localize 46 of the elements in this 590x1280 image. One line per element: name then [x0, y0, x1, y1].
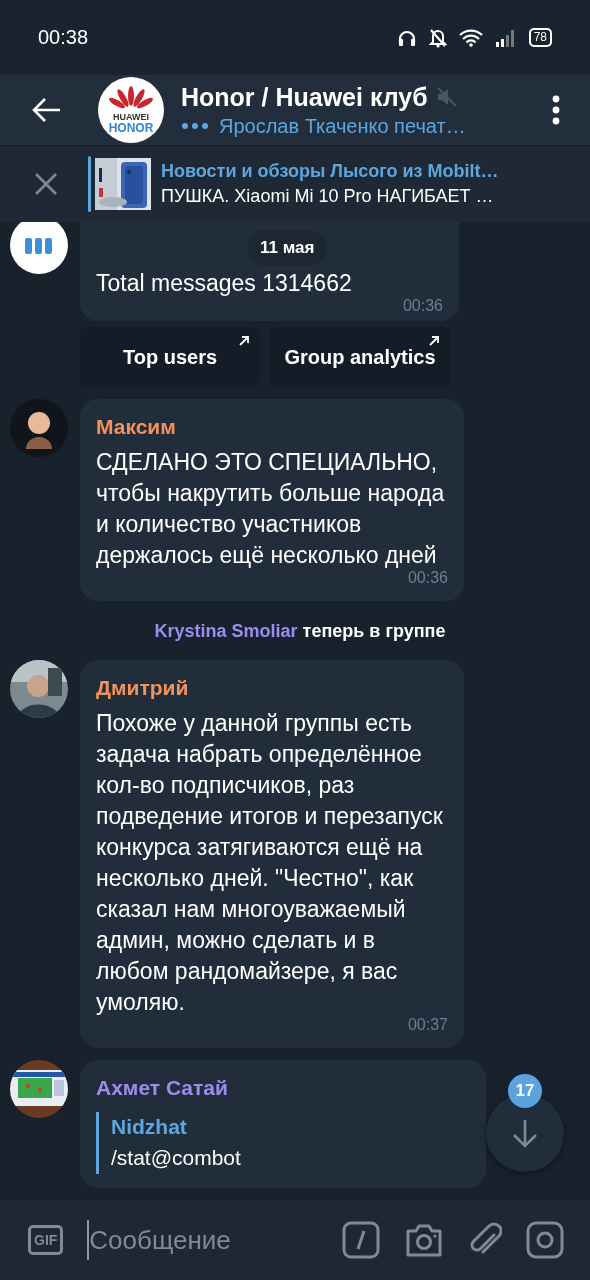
more-options-icon[interactable]	[552, 95, 560, 125]
pinned-text: ПУШКА. Xiaomi Mi 10 Pro НАГИБАЕТ …	[161, 186, 495, 207]
message-text: Похоже у данной группы есть задача набрать определённое кол-во подписчиков, раз подведение итогов и перезапуск конкурса затягиваются ещё на несколько дней. "Честно", как сказал нам многоуважаемый админ, можно сделать и в любом рандомайзере, я вас умоляю.	[96, 709, 444, 1017]
message-time: 00:37	[407, 1016, 448, 1034]
inline-button[interactable]: Top users	[80, 327, 260, 387]
message-text: Total messages 1314662	[96, 269, 353, 298]
gif-button[interactable]: GIF	[28, 1225, 64, 1255]
arrow-icon	[428, 335, 440, 347]
arrow-icon	[238, 335, 250, 347]
service-text: теперь в группе	[302, 621, 446, 642]
bell-off-icon	[428, 27, 447, 48]
typing-status: Ярослав Ткаченко печат…	[219, 114, 466, 138]
typing-dots-icon	[181, 122, 211, 130]
sender-name[interactable]: Дмитрий	[96, 674, 189, 702]
battery-indicator: 78	[528, 28, 552, 47]
close-icon[interactable]	[34, 172, 58, 196]
back-arrow-icon[interactable]	[32, 97, 62, 123]
logo-text: HONOR	[108, 122, 154, 134]
user-link[interactable]: Krystina Smoliar	[154, 621, 298, 642]
sender-name[interactable]: Максим	[96, 413, 176, 441]
video-message-icon[interactable]	[526, 1221, 564, 1259]
down-arrow-icon	[511, 1118, 539, 1148]
message-time: 00:36	[402, 297, 443, 315]
reply-text: /stat@combot	[111, 1145, 242, 1171]
group-avatar[interactable]: HUAWEI HONOR	[98, 77, 164, 143]
message-text: СДЕЛАНО ЭТО СПЕЦИАЛЬНО, чтобы накрутить больше народа и количество участников держалось ещё несколько дней	[96, 448, 446, 570]
logo-text: HUAWEI	[113, 112, 149, 122]
inline-button[interactable]: Group analytics	[270, 327, 450, 387]
chat-title: Honor / Huawei клуб	[181, 82, 428, 112]
signal-icon	[494, 28, 517, 47]
message-time: 00:36	[407, 569, 448, 587]
message-input[interactable]: Сообщение	[87, 1220, 318, 1260]
camera-icon[interactable]	[404, 1222, 444, 1258]
reply-author: Nidzhat	[111, 1114, 188, 1140]
pinned-message-bar[interactable]: Новости и обзоры Лысого из Mobilt… ПУШКА. Xiaomi Mi 10 Pro НАГИБАЕТ …	[0, 145, 590, 222]
wifi-icon	[458, 28, 483, 47]
unread-count-badge: 17	[508, 1074, 542, 1108]
date-label: 11 мая	[248, 230, 327, 266]
bot-command-icon[interactable]	[342, 1221, 380, 1259]
sender-name[interactable]: Ахмет Сатай	[96, 1074, 228, 1102]
headphones-icon	[396, 28, 417, 47]
user-avatar[interactable]	[10, 399, 68, 457]
clock: 00:38	[38, 26, 89, 49]
pinned-title: Новости и обзоры Лысого из Mobilt…	[161, 161, 499, 182]
reply-quote[interactable]: Nidzhat /stat@combot	[96, 1112, 470, 1174]
bot-avatar	[10, 222, 68, 274]
